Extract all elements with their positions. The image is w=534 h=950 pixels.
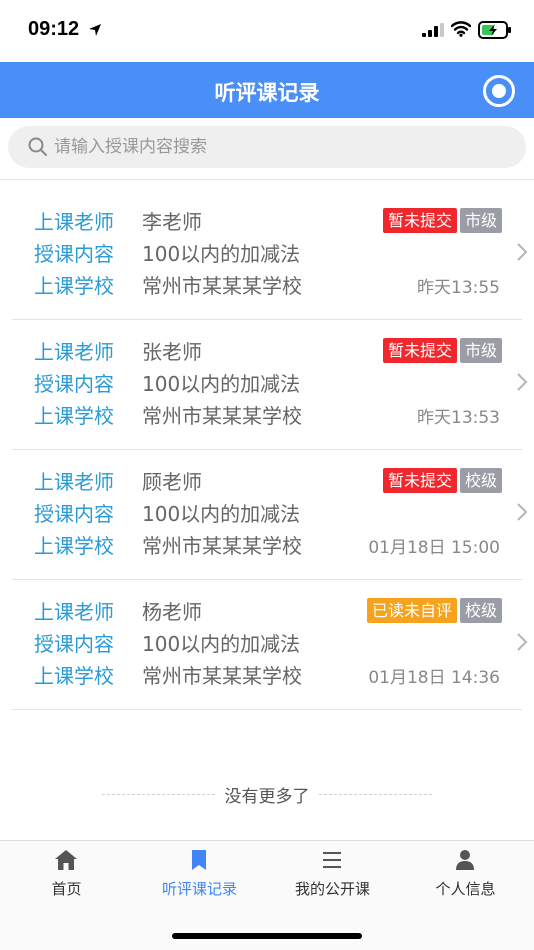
content-row: 授课内容 100以内的加减法 [34,236,300,268]
teacher-label: 上课老师 [34,599,114,624]
content-row: 授课内容 100以内的加减法 [34,366,300,398]
content-value: 100以内的加减法 [142,501,301,526]
chevron-right-icon [517,633,528,651]
tab-home[interactable]: 首页 [0,841,133,901]
teacher-value: 李老师 [142,209,202,234]
tab-label: 我的公开课 [294,880,370,898]
person-icon [456,850,474,870]
level-badge: 市级 [459,338,502,363]
status-badge: 暂未提交 [382,338,457,363]
content-label: 授课内容 [34,371,114,396]
search-icon [28,137,47,156]
record-time: 昨天13:53 [417,408,500,428]
teacher-label: 上课老师 [34,209,114,234]
badge-group: 已读未自评 校级 [366,598,502,623]
content-row: 授课内容 100以内的加减法 [34,496,300,528]
teacher-label: 上课老师 [34,469,114,494]
wifi-icon [451,21,471,37]
school-label: 上课学校 [34,273,114,298]
list-icon [323,852,341,868]
teacher-value: 顾老师 [142,469,202,494]
school-row: 上课学校 常州市某某某学校 [34,268,302,300]
content-label: 授课内容 [34,501,114,526]
home-icon [55,850,77,870]
record-time: 01月18日 14:36 [368,668,500,688]
school-value: 常州市某某某学校 [142,533,302,558]
record-card[interactable]: 上课老师 顾老师 授课内容 100以内的加减法 上课学校 常州市某某某学校 暂未提交校… [12,450,528,580]
tab-label: 听评课记录 [161,880,237,898]
teacher-value: 杨老师 [142,599,202,624]
school-label: 上课学校 [34,533,114,558]
level-badge: 校级 [459,468,502,493]
no-more-text: 没有更多了 [216,787,318,807]
bookmark-icon [192,850,206,870]
battery-charging-icon [478,21,511,39]
record-card[interactable]: 上课老师 张老师 授课内容 100以内的加减法 上课学校 常州市某某某学校 暂未提交市… [12,320,528,450]
status-badge: 暂未提交 [382,208,457,233]
divider [304,794,432,795]
content-label: 授课内容 [34,631,114,656]
school-row: 上课学校 常州市某某某学校 [34,528,302,560]
content-value: 100以内的加减法 [142,371,301,396]
nav-bar: 听评课记录 [0,62,534,118]
tab-profile[interactable]: 个人信息 [399,841,532,901]
content-value: 100以内的加减法 [142,631,301,656]
home-indicator [172,933,362,939]
page-title: 听评课记录 [214,81,320,105]
status-badge: 已读未自评 [366,598,457,623]
chevron-right-icon [517,503,528,521]
content-label: 授课内容 [34,241,114,266]
status-bar: 09:12 [0,0,534,62]
chevron-right-icon [517,243,528,261]
teacher-row: 上课老师 李老师 [34,204,202,236]
school-row: 上课学校 常州市某某某学校 [34,658,302,690]
record-card[interactable]: 上课老师 杨老师 授课内容 100以内的加减法 上课学校 常州市某某某学校 已读未自评… [12,580,528,710]
chevron-right-icon [517,373,528,391]
school-row: 上课学校 常州市某某某学校 [34,398,302,430]
school-label: 上课学校 [34,663,114,688]
tab-records[interactable]: 听评课记录 [133,841,266,901]
content-row: 授课内容 100以内的加减法 [34,626,300,658]
status-time: 09:12 [28,18,80,40]
record-list: 上课老师 李老师 授课内容 100以内的加减法 上课学校 常州市某某某学校 暂未提交市… [0,190,534,710]
teacher-row: 上课老师 顾老师 [34,464,202,496]
teacher-value: 张老师 [142,339,202,364]
search-bar [0,118,534,180]
no-more-indicator: 没有更多了 [0,782,534,807]
teacher-row: 上课老师 张老师 [34,334,202,366]
search-box[interactable] [8,126,526,168]
badge-group: 暂未提交 市级 [382,338,502,363]
location-arrow-icon [89,24,101,36]
target-icon[interactable] [483,75,515,107]
content-value: 100以内的加减法 [142,241,301,266]
level-badge: 市级 [459,208,502,233]
status-badge: 暂未提交 [382,468,457,493]
divider [102,794,230,795]
teacher-row: 上课老师 杨老师 [34,594,202,626]
cellular-signal-icon [422,23,444,37]
school-value: 常州市某某某学校 [142,273,302,298]
badge-group: 暂未提交 校级 [382,468,502,493]
school-value: 常州市某某某学校 [142,663,302,688]
search-input[interactable] [54,126,514,168]
tab-label: 个人信息 [435,880,496,898]
school-label: 上课学校 [34,403,114,428]
tab-label: 首页 [51,880,82,898]
badge-group: 暂未提交 市级 [382,208,502,233]
record-card[interactable]: 上课老师 李老师 授课内容 100以内的加减法 上课学校 常州市某某某学校 暂未提交市… [12,190,528,320]
record-time: 昨天13:55 [417,278,500,298]
tab-open-class[interactable]: 我的公开课 [266,841,399,901]
teacher-label: 上课老师 [34,339,114,364]
level-badge: 校级 [459,598,502,623]
record-time: 01月18日 15:00 [368,538,500,558]
school-value: 常州市某某某学校 [142,403,302,428]
